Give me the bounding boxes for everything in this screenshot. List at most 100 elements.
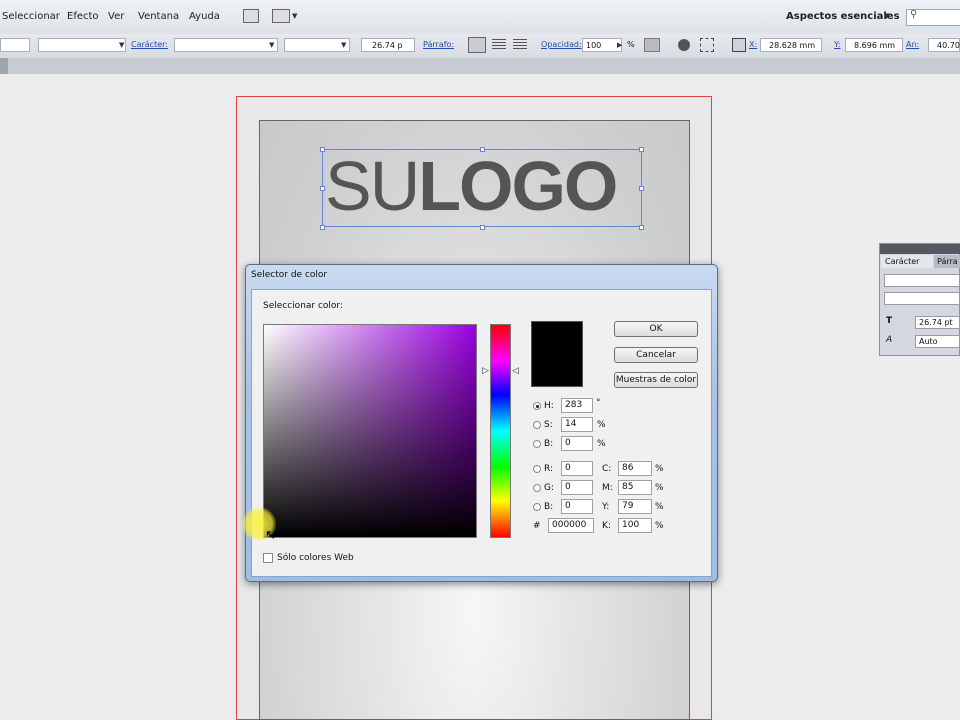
handle-middle-left[interactable] bbox=[320, 186, 325, 191]
document-tab-bar bbox=[0, 58, 960, 74]
k-label: K: bbox=[602, 521, 611, 531]
menu-efecto[interactable]: Efecto bbox=[67, 11, 99, 22]
m-label: M: bbox=[602, 483, 613, 493]
hex-label: # bbox=[533, 521, 541, 531]
m-input[interactable]: 85 bbox=[618, 480, 652, 495]
mouse-cursor-icon: ↖ bbox=[265, 528, 276, 543]
workspace-switcher[interactable]: Aspectos esenciales bbox=[786, 11, 900, 22]
menu-seleccionar[interactable]: Seleccionar bbox=[2, 11, 60, 22]
recolor-icon[interactable] bbox=[644, 38, 660, 52]
color-field[interactable] bbox=[263, 324, 477, 538]
tab-paragraph-label: Párra bbox=[937, 257, 958, 266]
handle-bottom-middle[interactable] bbox=[480, 225, 485, 230]
handle-middle-right[interactable] bbox=[639, 186, 644, 191]
reference-point-icon[interactable] bbox=[732, 38, 746, 52]
web-colors-checkbox[interactable] bbox=[263, 553, 273, 563]
k-input[interactable]: 100 bbox=[618, 518, 652, 533]
handle-top-right[interactable] bbox=[639, 147, 644, 152]
align-center-icon[interactable] bbox=[492, 39, 506, 51]
font-family-field[interactable] bbox=[174, 38, 278, 52]
opacity-dropdown-icon[interactable]: ▶ bbox=[617, 41, 622, 49]
character-panel-header[interactable] bbox=[880, 244, 960, 254]
r-label: R: bbox=[544, 464, 554, 474]
width-link[interactable]: An: bbox=[906, 40, 919, 49]
r-radio[interactable] bbox=[533, 465, 541, 473]
c-unit: % bbox=[655, 464, 664, 474]
menu-ventana[interactable]: Ventana bbox=[138, 11, 179, 22]
s-radio[interactable] bbox=[533, 421, 541, 429]
menu-ayuda[interactable]: Ayuda bbox=[189, 11, 220, 22]
y-field[interactable]: 8.696 mm bbox=[845, 38, 903, 52]
style-icon[interactable] bbox=[678, 39, 690, 51]
menu-ver[interactable]: Ver bbox=[108, 11, 124, 22]
g-radio[interactable] bbox=[533, 484, 541, 492]
font-family-dropdown-icon[interactable]: ▼ bbox=[269, 41, 274, 49]
blue-radio[interactable] bbox=[533, 503, 541, 511]
m-unit: % bbox=[655, 483, 664, 493]
font-size-field[interactable]: 26.74 p bbox=[361, 38, 415, 52]
handle-bottom-right[interactable] bbox=[639, 225, 644, 230]
panel-tracking-field[interactable]: Auto bbox=[915, 335, 960, 348]
align-left-icon[interactable] bbox=[468, 37, 486, 53]
b-label: B: bbox=[544, 439, 554, 449]
x-field[interactable]: 28.628 mm bbox=[760, 38, 822, 52]
search-icon: ⚲ bbox=[910, 9, 918, 20]
select-color-label: Seleccionar color: bbox=[263, 301, 344, 311]
hex-input[interactable]: 000000 bbox=[548, 518, 594, 533]
hue-slider-left-arrow-icon[interactable]: ▷ bbox=[482, 366, 489, 376]
cancel-button[interactable]: Cancelar bbox=[614, 347, 698, 363]
arrange-dropdown-icon[interactable]: ▼ bbox=[292, 12, 297, 20]
b-input[interactable]: 0 bbox=[561, 436, 593, 451]
workspace-dropdown-icon[interactable]: ▼ bbox=[884, 12, 889, 20]
b-radio[interactable] bbox=[533, 440, 541, 448]
handle-bottom-left[interactable] bbox=[320, 225, 325, 230]
style-field[interactable] bbox=[38, 38, 126, 52]
y-link[interactable]: Y: bbox=[834, 40, 841, 49]
selection-bounding-box[interactable] bbox=[322, 149, 642, 227]
bridge-icon[interactable] bbox=[243, 9, 259, 23]
b-unit: % bbox=[597, 439, 606, 449]
character-link[interactable]: Carácter: bbox=[131, 40, 168, 49]
h-radio[interactable] bbox=[533, 402, 541, 410]
arrange-documents-icon[interactable] bbox=[272, 9, 290, 23]
blue-input[interactable]: 0 bbox=[561, 499, 593, 514]
hue-slider-right-arrow-icon[interactable]: ◁ bbox=[512, 366, 519, 376]
font-style-dropdown-icon[interactable]: ▼ bbox=[341, 41, 346, 49]
c-input[interactable]: 86 bbox=[618, 461, 652, 476]
y-unit: % bbox=[655, 502, 664, 512]
tab-paragraph[interactable]: Párra bbox=[934, 255, 960, 268]
r-input[interactable]: 0 bbox=[561, 461, 593, 476]
panel-font-style-field[interactable] bbox=[884, 292, 960, 305]
selected-color-swatch bbox=[531, 321, 583, 387]
hue-slider[interactable] bbox=[490, 324, 511, 538]
font-size-icon: T bbox=[886, 316, 893, 326]
opacity-field[interactable]: 100 bbox=[582, 38, 622, 52]
handle-top-middle[interactable] bbox=[480, 147, 485, 152]
style-dropdown-icon[interactable]: ▼ bbox=[119, 41, 124, 49]
handle-top-left[interactable] bbox=[320, 147, 325, 152]
panel-font-family-field[interactable] bbox=[884, 274, 960, 287]
panel-grip[interactable] bbox=[0, 58, 8, 74]
s-input[interactable]: 14 bbox=[561, 417, 593, 432]
web-colors-label: Sólo colores Web bbox=[277, 553, 354, 563]
opacity-link[interactable]: Opacidad: bbox=[541, 40, 582, 49]
s-label: S: bbox=[544, 420, 553, 430]
transform-icon[interactable] bbox=[700, 38, 714, 52]
g-input[interactable]: 0 bbox=[561, 480, 593, 495]
k-unit: % bbox=[655, 521, 664, 531]
x-link[interactable]: X: bbox=[749, 40, 757, 49]
paragraph-link[interactable]: Párrafo: bbox=[423, 40, 454, 49]
color-swatches-button[interactable]: Muestras de color bbox=[614, 372, 698, 388]
ok-button[interactable]: OK bbox=[614, 321, 698, 337]
panel-font-size-field[interactable]: 26.74 pt bbox=[915, 316, 960, 329]
tab-character[interactable]: Carácter bbox=[881, 255, 933, 268]
s-unit: % bbox=[597, 420, 606, 430]
h-input[interactable]: 283 bbox=[561, 398, 593, 413]
stroke-field[interactable] bbox=[0, 38, 30, 52]
align-right-icon[interactable] bbox=[513, 39, 527, 51]
tracking-icon: A bbox=[886, 335, 893, 345]
y-input[interactable]: 79 bbox=[618, 499, 652, 514]
width-field[interactable]: 40.70 bbox=[928, 38, 960, 52]
tab-character-label: Carácter bbox=[885, 257, 920, 266]
h-unit: ° bbox=[596, 398, 601, 408]
